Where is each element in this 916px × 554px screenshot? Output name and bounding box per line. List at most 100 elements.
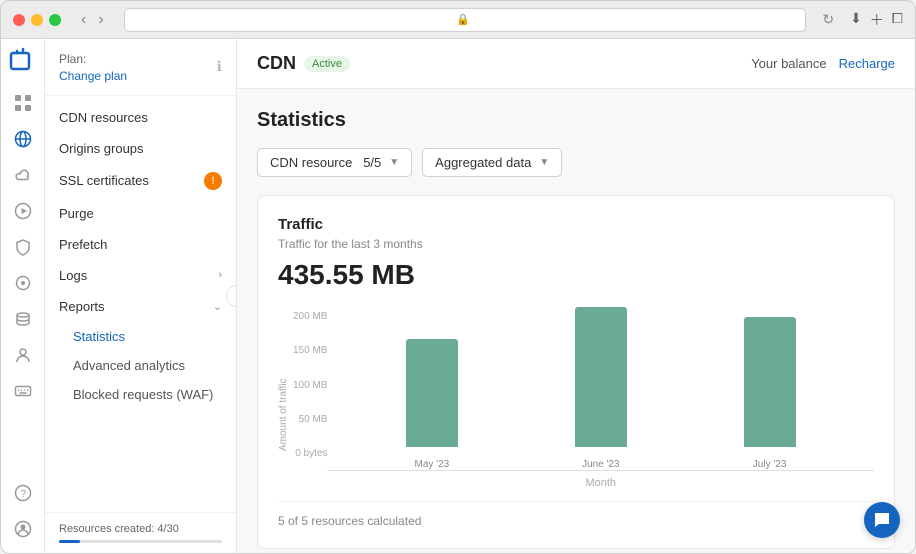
keyboard-icon[interactable] xyxy=(7,375,39,407)
bar-label-july: July '23 xyxy=(753,459,787,470)
main-body: Statistics CDN resource 5/5 ▼ Aggregated… xyxy=(237,89,915,553)
nav-label-purge: Purge xyxy=(59,206,94,221)
bar-group-june: June '23 xyxy=(561,307,641,470)
chart-area: May '23 June '23 July '23 xyxy=(327,311,874,489)
globe-icon[interactable] xyxy=(7,123,39,155)
traffic-value: 435.55 MB xyxy=(278,259,874,291)
aggregated-data-caret-icon: ▼ xyxy=(539,157,549,168)
bar-label-may: May '23 xyxy=(415,459,450,470)
y-label-200mb: 200 MB xyxy=(293,311,327,322)
minimize-button[interactable] xyxy=(31,14,43,26)
main-header: CDN Active Your balance Recharge xyxy=(237,39,915,89)
chart-bars: May '23 June '23 July '23 xyxy=(327,311,874,471)
aggregated-data-label: Aggregated data xyxy=(435,155,531,170)
close-button[interactable] xyxy=(13,14,25,26)
chat-bubble-button[interactable] xyxy=(864,502,900,538)
sidebar-item-purge[interactable]: Purge xyxy=(45,198,236,229)
resources-progress-section: Resources created: 4/30 xyxy=(45,512,236,553)
traffic-chart: Amount of traffic 200 MB 150 MB 100 MB 5… xyxy=(278,311,874,489)
cdn-resource-filter-label: CDN resource 5/5 xyxy=(270,155,381,170)
person-icon[interactable] xyxy=(7,339,39,371)
y-axis-title: Amount of traffic xyxy=(278,311,289,489)
resources-progress-text: Resources created: 4/30 xyxy=(59,523,222,535)
ssl-badge: ! xyxy=(204,172,222,190)
help-icon[interactable]: ? xyxy=(7,477,39,509)
maximize-button[interactable] xyxy=(49,14,61,26)
sidebar-item-reports[interactable]: Reports ⌄ xyxy=(45,291,236,322)
bar-group-may: May '23 xyxy=(392,339,472,470)
info-icon[interactable]: ℹ xyxy=(217,58,222,75)
cloud-icon[interactable] xyxy=(7,159,39,191)
sidebar-item-cdn-resources[interactable]: CDN resources xyxy=(45,102,236,133)
cdn-resource-caret-icon: ▼ xyxy=(389,157,399,168)
bar-july xyxy=(744,317,796,447)
logs-chevron-icon: › xyxy=(218,269,222,281)
main-content: CDN Active Your balance Recharge Statist… xyxy=(237,39,915,553)
browser-titlebar: ‹ › 🔒 ↻ ⬇ ＋ ⧠ xyxy=(1,1,915,39)
balance-label: Your balance xyxy=(751,56,826,71)
traffic-subtitle: Traffic for the last 3 months xyxy=(278,237,874,251)
traffic-title: Traffic xyxy=(278,216,874,233)
sidebar-item-logs[interactable]: Logs › xyxy=(45,260,236,291)
reports-chevron-icon: ⌄ xyxy=(213,300,222,313)
plan-label: Plan: xyxy=(59,51,127,68)
bar-june xyxy=(575,307,627,447)
nav-label-reports: Reports xyxy=(59,299,105,314)
bar-may xyxy=(406,339,458,447)
add-tab-icon[interactable]: ＋ xyxy=(870,10,884,30)
nav-label-logs: Logs xyxy=(59,268,87,283)
header-right: Your balance Recharge xyxy=(751,56,895,71)
forward-button[interactable]: › xyxy=(94,9,107,31)
lock-icon: 🔒 xyxy=(456,13,470,26)
back-button[interactable]: ‹ xyxy=(77,9,90,31)
recharge-button[interactable]: Recharge xyxy=(839,56,895,71)
shield-icon[interactable] xyxy=(7,231,39,263)
header-left: CDN Active xyxy=(257,53,350,74)
cdn-resource-filter[interactable]: CDN resource 5/5 ▼ xyxy=(257,148,412,177)
change-plan-link[interactable]: Change plan xyxy=(59,69,127,83)
progress-bar-fill xyxy=(59,540,80,543)
sidebar-item-prefetch[interactable]: Prefetch xyxy=(45,229,236,260)
app-title: CDN xyxy=(257,53,296,74)
sidebar-item-origins-groups[interactable]: Origins groups xyxy=(45,133,236,164)
app-container: ? Plan: Change plan ℹ CDN resources Ori xyxy=(1,39,915,553)
sidebar-item-advanced-analytics[interactable]: Advanced analytics xyxy=(59,351,236,380)
database-icon[interactable] xyxy=(7,303,39,335)
nav-label-origins-groups: Origins groups xyxy=(59,141,144,156)
reports-sub-menu: Statistics Advanced analytics Blocked re… xyxy=(45,322,236,409)
account-icon[interactable] xyxy=(7,513,39,545)
nav-label-ssl-certificates: SSL certificates xyxy=(59,173,149,188)
nav-label-cdn-resources: CDN resources xyxy=(59,110,148,125)
bar-label-june: June '23 xyxy=(582,459,620,470)
reload-button[interactable]: ↻ xyxy=(822,11,834,28)
status-badge: Active xyxy=(304,56,350,72)
filter-row: CDN resource 5/5 ▼ Aggregated data ▼ xyxy=(257,148,895,177)
sidebar-item-blocked-requests[interactable]: Blocked requests (WAF) xyxy=(59,380,236,409)
sidebar-item-ssl-certificates[interactable]: SSL certificates ! xyxy=(45,164,236,198)
refresh-icon[interactable] xyxy=(7,267,39,299)
address-bar[interactable]: 🔒 xyxy=(124,8,807,32)
svg-text:?: ? xyxy=(20,489,26,500)
traffic-footer: 5 of 5 resources calculated xyxy=(278,501,874,528)
play-icon[interactable] xyxy=(7,195,39,227)
downloads-icon[interactable]: ⬇ xyxy=(850,10,862,30)
sidebar: Plan: Change plan ℹ CDN resources Origin… xyxy=(45,39,237,553)
extensions-icon[interactable]: ⧠ xyxy=(892,10,903,30)
app-logo[interactable] xyxy=(9,47,37,75)
sidebar-nav: CDN resources Origins groups SSL certifi… xyxy=(45,96,236,512)
dashboard-icon[interactable] xyxy=(7,87,39,119)
traffic-lights xyxy=(13,14,61,26)
traffic-card: Traffic Traffic for the last 3 months 43… xyxy=(257,195,895,549)
aggregated-data-filter[interactable]: Aggregated data ▼ xyxy=(422,148,562,177)
sidebar-item-statistics[interactable]: Statistics xyxy=(59,322,236,351)
nav-label-prefetch: Prefetch xyxy=(59,237,107,252)
nav-buttons: ‹ › xyxy=(77,9,108,31)
y-label-150mb: 150 MB xyxy=(293,345,327,356)
sidebar-plan: Plan: Change plan ℹ xyxy=(45,39,236,96)
page-title: Statistics xyxy=(257,109,895,132)
icon-rail: ? xyxy=(1,39,45,553)
y-label-0: 0 bytes xyxy=(293,448,327,459)
browser-window: ‹ › 🔒 ↻ ⬇ ＋ ⧠ xyxy=(0,0,916,554)
y-label-100mb: 100 MB xyxy=(293,380,327,391)
bar-group-july: July '23 xyxy=(730,317,810,470)
